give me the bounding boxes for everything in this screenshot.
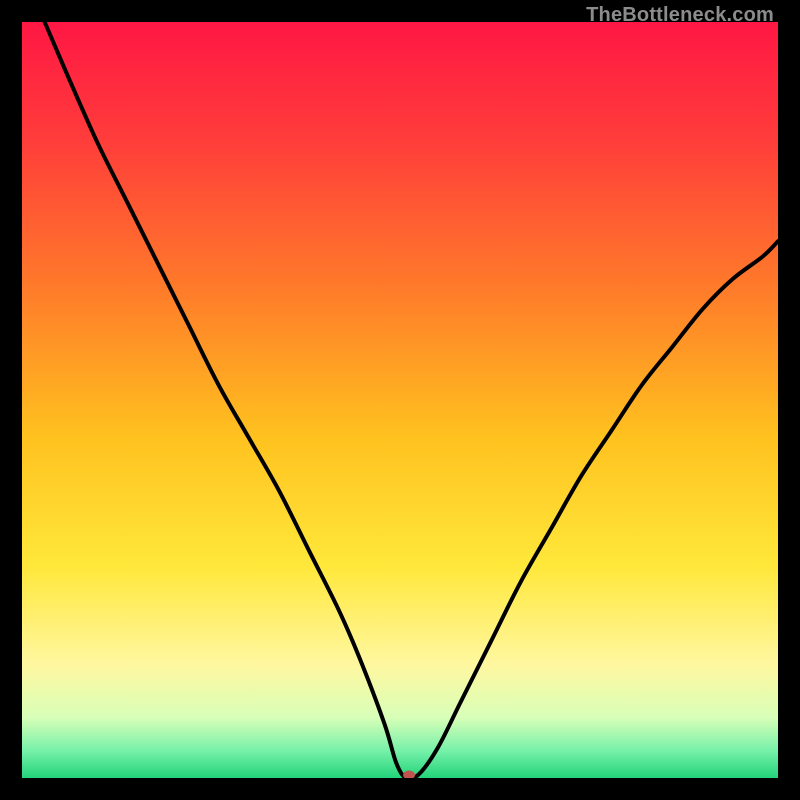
chart-background (22, 22, 778, 778)
watermark-text: TheBottleneck.com (586, 4, 774, 27)
bottleneck-chart (22, 22, 778, 778)
chart-frame (22, 22, 778, 778)
